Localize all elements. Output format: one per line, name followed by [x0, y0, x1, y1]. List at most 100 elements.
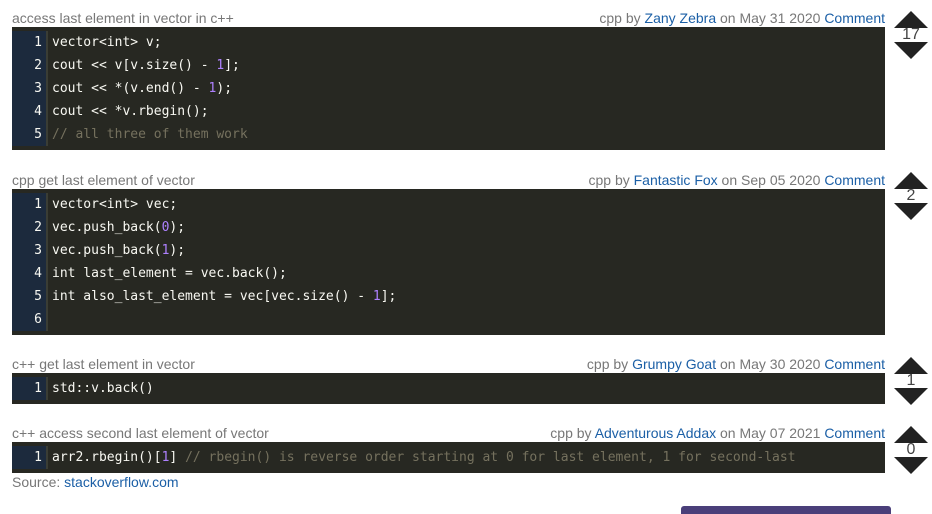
code-token: ] — [169, 450, 186, 465]
downvote-icon[interactable] — [894, 42, 928, 59]
snippet-header: c++ get last element in vector cpp by Gr… — [12, 355, 885, 373]
line-number: 1 — [12, 193, 48, 216]
vote-count: 0 — [906, 441, 916, 458]
by-label: by — [614, 172, 630, 188]
code-line: 6 — [12, 308, 885, 331]
code-number: 1 — [372, 289, 381, 304]
snippet-header: c++ access second last element of vector… — [12, 424, 885, 442]
snippet-meta: cpp by Zany Zebra on May 31 2020 Comment — [599, 9, 885, 27]
comment-link[interactable]: Comment — [824, 425, 885, 441]
code-line: 4 int last_element = vec.back(); — [12, 262, 885, 285]
author-link[interactable]: Zany Zebra — [645, 10, 717, 26]
language-label: cpp — [550, 425, 573, 441]
code-token: vector<int> v; — [52, 35, 162, 50]
code-block[interactable]: 1 std::v.back() — [12, 373, 885, 404]
code-line: 4 cout << *v.rbegin(); — [12, 100, 885, 123]
snippet-title: c++ access second last element of vector — [12, 425, 269, 441]
code-token: cout << *(v.end() - — [52, 81, 209, 96]
vote-widget: 1 — [893, 357, 929, 405]
downvote-icon[interactable] — [894, 203, 928, 220]
comment-link[interactable]: Comment — [824, 10, 885, 26]
snippet-header: access last element in vector in c++ cpp… — [12, 9, 885, 27]
code-token: ]; — [380, 289, 397, 304]
code-token: arr2.rbegin()[ — [52, 450, 162, 465]
snippet-title: c++ get last element in vector — [12, 356, 195, 372]
source-label: Source: — [12, 474, 61, 490]
bottom-button[interactable] — [681, 506, 891, 514]
date-label: Sep 05 2020 — [741, 172, 821, 188]
vote-widget: 17 — [893, 11, 929, 59]
by-label: by — [613, 356, 629, 372]
code-comment: // all three of them work — [52, 127, 248, 142]
code-text: vec.push_back(0); — [48, 216, 185, 239]
code-token: cout << v[v.size() - — [52, 58, 217, 73]
code-block[interactable]: 1 vector<int> v; 2 cout << v[v.size() - 1];… — [12, 27, 885, 150]
comment-link[interactable]: Comment — [824, 172, 885, 188]
code-line: 3 vec.push_back(1); — [12, 239, 885, 262]
vote-count: 1 — [906, 372, 916, 389]
line-number: 2 — [12, 216, 48, 239]
code-line: 5 int also_last_element = vec[vec.size() … — [12, 285, 885, 308]
on-label: on — [720, 425, 736, 441]
code-token: vector<int> vec; — [52, 197, 178, 212]
comment-link[interactable]: Comment — [824, 356, 885, 372]
snippet-meta: cpp by Adventurous Addax on May 07 2021 … — [550, 424, 885, 442]
on-label: on — [720, 356, 736, 372]
snippet-card: c++ access second last element of vector… — [12, 424, 885, 473]
code-token: ); — [169, 243, 186, 258]
snippet-card: c++ get last element in vector cpp by Gr… — [12, 355, 885, 404]
vote-widget: 0 — [893, 426, 929, 474]
code-text: int also_last_element = vec[vec.size() -… — [48, 285, 396, 308]
code-line: 1 vector<int> vec; — [12, 193, 885, 216]
code-token: int also_last_element = vec[vec.size() - — [52, 289, 373, 304]
snippet-meta: cpp by Fantastic Fox on Sep 05 2020 Comm… — [588, 171, 885, 189]
code-text: cout << *(v.end() - 1); — [48, 77, 232, 100]
vote-count: 2 — [906, 187, 916, 204]
downvote-icon[interactable] — [894, 388, 928, 405]
line-number: 1 — [12, 31, 48, 54]
line-number: 3 — [12, 77, 48, 100]
author-link[interactable]: Fantastic Fox — [634, 172, 718, 188]
code-token: std::v.back() — [52, 381, 154, 396]
code-text: vec.push_back(1); — [48, 239, 185, 262]
author-link[interactable]: Adventurous Addax — [595, 425, 716, 441]
line-number: 6 — [12, 308, 48, 331]
line-number: 1 — [12, 446, 48, 469]
language-label: cpp — [599, 10, 622, 26]
code-text: // all three of them work — [48, 123, 248, 146]
code-line: 1 vector<int> v; — [12, 31, 885, 54]
code-line: 3 cout << *(v.end() - 1); — [12, 77, 885, 100]
code-line: 5 // all three of them work — [12, 123, 885, 146]
code-line: 1 arr2.rbegin()[1] // rbegin() is reverse… — [12, 446, 885, 469]
date-label: May 31 2020 — [739, 10, 821, 26]
code-line: 2 cout << v[v.size() - 1]; — [12, 54, 885, 77]
source-link[interactable]: stackoverflow.com — [64, 474, 178, 490]
code-token: ); — [216, 81, 233, 96]
code-text: cout << v[v.size() - 1]; — [48, 54, 240, 77]
line-number: 3 — [12, 239, 48, 262]
code-block[interactable]: 1 vector<int> vec; 2 vec.push_back(0); 3 vec.… — [12, 189, 885, 335]
line-number: 5 — [12, 285, 48, 308]
code-token: ); — [169, 220, 186, 235]
code-line: 1 std::v.back() — [12, 377, 885, 400]
source-attribution: Source: stackoverflow.com — [12, 474, 179, 490]
downvote-icon[interactable] — [894, 457, 928, 474]
snippet-card: cpp get last element of vector cpp by Fa… — [12, 171, 885, 335]
code-block[interactable]: 1 arr2.rbegin()[1] // rbegin() is reverse… — [12, 442, 885, 473]
code-token: int last_element = vec.back(); — [52, 266, 287, 281]
on-label: on — [721, 172, 738, 188]
vote-widget: 2 — [893, 172, 929, 220]
code-text: cout << *v.rbegin(); — [48, 100, 209, 123]
code-text: std::v.back() — [48, 377, 154, 400]
by-label: by — [625, 10, 641, 26]
author-link[interactable]: Grumpy Goat — [632, 356, 716, 372]
snippet-meta: cpp by Grumpy Goat on May 30 2020 Commen… — [587, 355, 885, 373]
code-comment: // rbegin() is reverse order starting at… — [185, 450, 796, 465]
code-token: cout << *v.rbegin(); — [52, 104, 209, 119]
snippet-title: access last element in vector in c++ — [12, 10, 234, 26]
snippet-card: access last element in vector in c++ cpp… — [12, 9, 885, 150]
line-number: 4 — [12, 100, 48, 123]
code-token: vec.push_back( — [52, 243, 162, 258]
code-token: vec.push_back( — [52, 220, 162, 235]
